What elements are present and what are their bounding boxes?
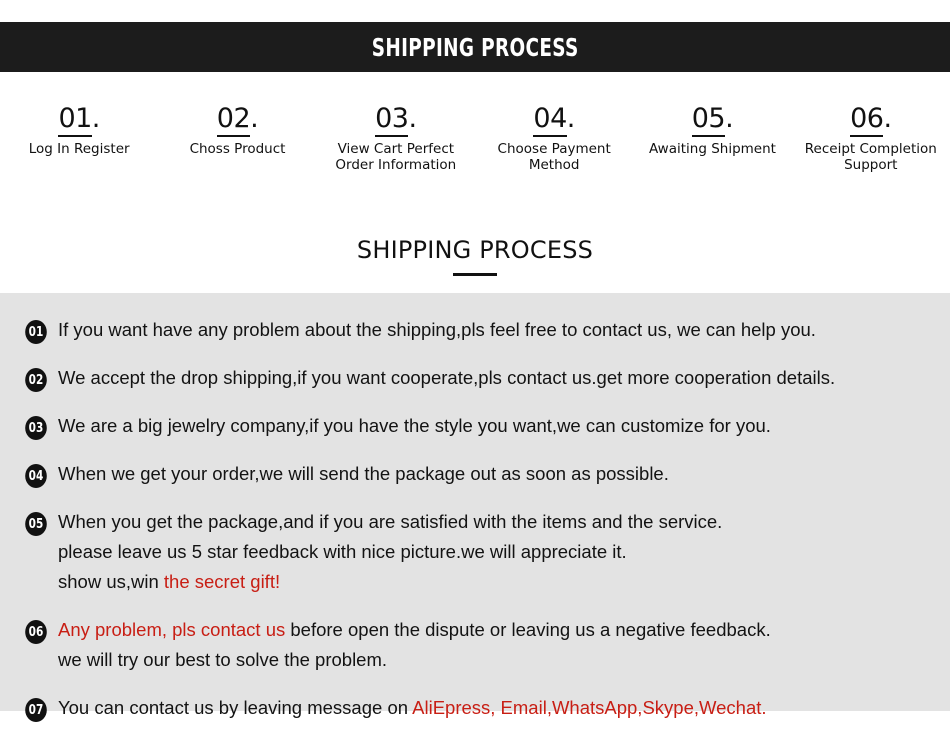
steps-row: 01. Log In Register 02. Choss Product 03. Vie… (0, 103, 950, 173)
step-number-dot: . (250, 103, 259, 134)
step-number: 01. (58, 103, 101, 137)
step-04: 04. Choose Payment Method (475, 103, 633, 173)
note-text: When we get your order,we will send the … (58, 463, 669, 484)
banner-title: SHIPPING PROCESS (371, 32, 579, 62)
section-heading: SHIPPING PROCESS (0, 236, 950, 276)
note-badge: 05 (25, 512, 47, 536)
step-number-dot: . (91, 103, 101, 134)
step-label: Log In Register (28, 141, 130, 157)
note-line: When we get your order,we will send the … (58, 459, 950, 489)
notes-panel: 01 If you want have any problem about the… (0, 293, 950, 722)
note-item: 06 Any problem, pls contact us before ope… (0, 615, 950, 675)
section-title: SHIPPING PROCESS (356, 236, 594, 264)
note-item: 03 We are a big jewelry company,if you ha… (0, 411, 950, 441)
step-05: 05. Awaiting Shipment (633, 103, 791, 157)
note-line: we will try our best to solve the proble… (58, 645, 950, 675)
step-number-digits: 03 (375, 103, 409, 137)
note-line: show us,win the secret gift! (58, 567, 950, 597)
note-text: please leave us 5 star feedback with nic… (58, 541, 627, 562)
step-label: View Cart Perfect Order Information (335, 141, 457, 173)
step-01: 01. Log In Register (0, 103, 158, 157)
note-item: 07 You can contact us by leaving message … (0, 693, 950, 723)
step-number: 06. (850, 103, 892, 137)
note-badge: 06 (25, 620, 47, 644)
note-badge: 01 (25, 320, 47, 344)
note-text: You can contact us by leaving message on (58, 697, 413, 718)
step-number-digits: 06 (850, 103, 884, 137)
note-item: 02 We accept the drop shipping,if you wan… (0, 363, 950, 393)
step-02: 02. Choss Product (158, 103, 316, 157)
step-number: 03. (375, 103, 417, 137)
note-line: We accept the drop shipping,if you want … (58, 363, 950, 393)
note-text: If you want have any problem about the s… (58, 319, 816, 340)
note-line: Any problem, pls contact us before open … (58, 615, 950, 645)
step-number-dot: . (725, 103, 734, 134)
step-number-digits: 05 (691, 103, 726, 137)
note-badge: 04 (25, 464, 47, 488)
step-number-dot: . (883, 103, 892, 134)
top-banner: SHIPPING PROCESS (0, 22, 950, 72)
note-badge: 07 (25, 698, 47, 722)
step-number-dot: . (566, 103, 576, 134)
step-number-digits: 02 (216, 103, 251, 137)
step-label: Awaiting Shipment (648, 141, 776, 157)
note-text-highlight: AliEpress, Email,WhatsApp,Skype,Wechat. (412, 697, 767, 718)
note-line: When you get the package,and if you are … (58, 507, 950, 537)
note-text-highlight: Any problem, pls contact us (58, 619, 286, 640)
step-number: 04. (533, 103, 576, 137)
note-text: When you get the package,and if you are … (58, 511, 723, 532)
step-number-digits: 04 (533, 103, 567, 137)
step-number-digits: 01 (58, 103, 92, 137)
note-text: before open the dispute or leaving us a … (285, 619, 771, 640)
note-badge: 03 (25, 416, 47, 440)
step-number: 02. (216, 103, 259, 137)
note-text: we will try our best to solve the proble… (58, 649, 388, 670)
shipping-process-page: SHIPPING PROCESS 01. Log In Register 02. Ch… (0, 0, 950, 742)
note-text: We accept the drop shipping,if you want … (58, 367, 836, 388)
step-03: 03. View Cart Perfect Order Information (317, 103, 475, 173)
step-label: Receipt Completion Support (804, 141, 937, 173)
note-item: 01 If you want have any problem about the… (0, 315, 950, 345)
note-line: You can contact us by leaving message on… (58, 693, 950, 723)
note-line: please leave us 5 star feedback with nic… (58, 537, 950, 567)
step-label: Choss Product (189, 141, 286, 157)
note-badge: 02 (25, 368, 47, 392)
note-text: show us,win (58, 571, 164, 592)
step-label: Choose Payment Method (497, 141, 611, 173)
note-text: We are a big jewelry company,if you have… (58, 415, 771, 436)
step-number-dot: . (408, 103, 417, 134)
step-number: 05. (691, 103, 734, 137)
step-06: 06. Receipt Completion Support (792, 103, 950, 173)
note-line: If you want have any problem about the s… (58, 315, 950, 345)
note-item: 05 When you get the package,and if you ar… (0, 507, 950, 597)
note-line: We are a big jewelry company,if you have… (58, 411, 950, 441)
note-text-highlight: the secret gift! (163, 571, 281, 592)
note-item: 04 When we get your order,we will send th… (0, 459, 950, 489)
section-divider (453, 273, 497, 276)
